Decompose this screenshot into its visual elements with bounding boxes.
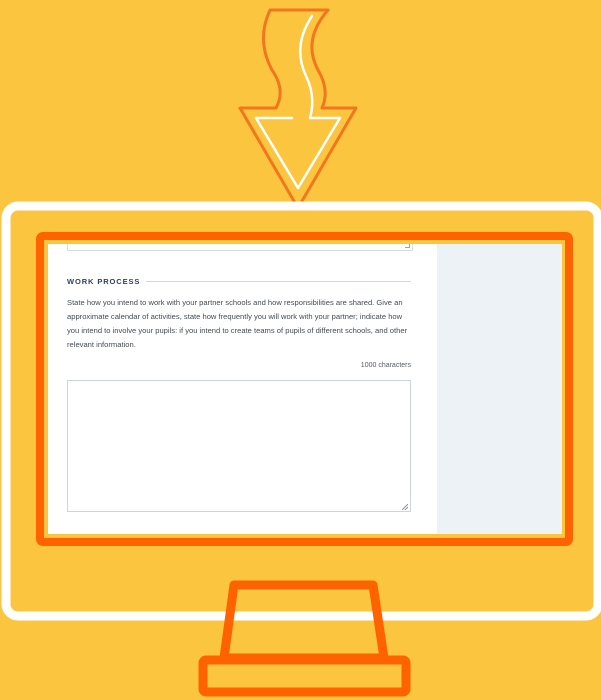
curved-down-arrow-icon	[238, 8, 358, 210]
textarea-resize-grip-icon[interactable]	[402, 504, 408, 510]
screen-content: WORK PROCESS State how you intend to wor…	[48, 244, 562, 534]
section-header: WORK PROCESS	[67, 274, 411, 288]
character-limit-label: 1000 characters	[360, 362, 411, 369]
previous-textarea-bottom[interactable]	[67, 244, 413, 251]
resize-grip-icon[interactable]	[405, 244, 410, 248]
monitor-stand-base	[198, 655, 411, 697]
section-divider	[146, 280, 411, 282]
work-process-textarea[interactable]	[67, 380, 411, 512]
section-title: WORK PROCESS	[67, 276, 141, 286]
right-sidebar	[437, 244, 562, 534]
section-description: State how you intend to work with your p…	[67, 298, 408, 349]
